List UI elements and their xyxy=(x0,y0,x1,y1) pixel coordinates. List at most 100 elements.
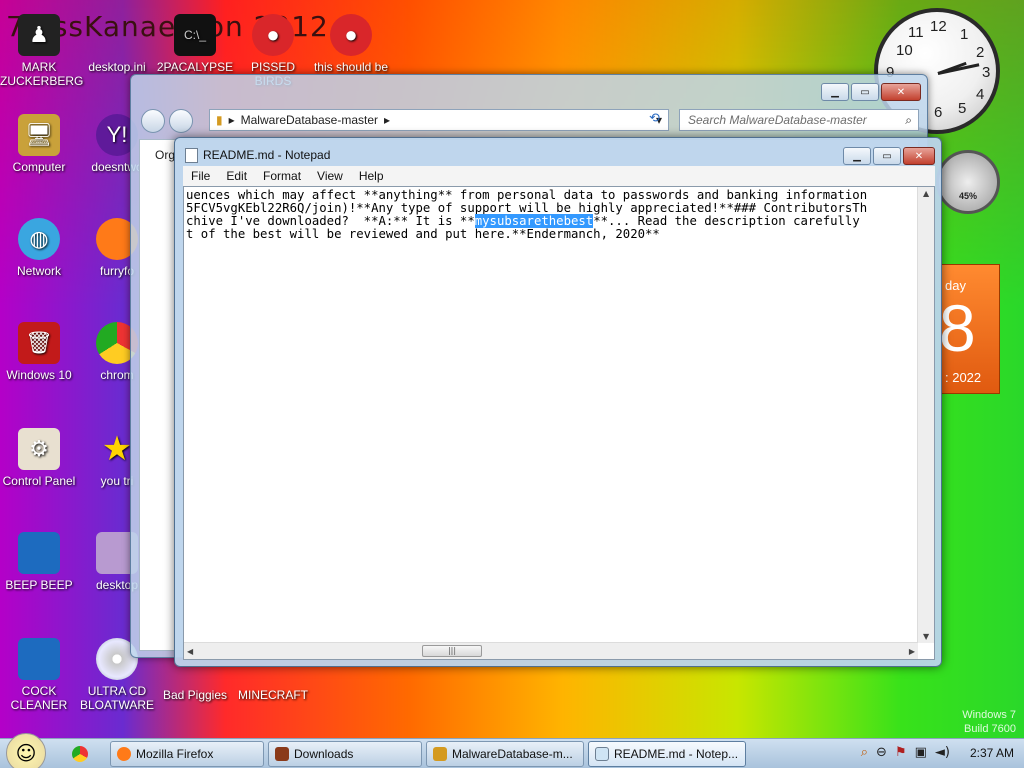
folder-icon xyxy=(433,747,447,761)
computer-icon: 🖥 xyxy=(18,114,60,156)
taskbar: ☺ Mozilla Firefox Downloads MalwareDatab… xyxy=(0,733,1024,768)
taskbar-item-downloads[interactable]: Downloads xyxy=(268,741,422,767)
taskbar-item-label: MalwareDatabase-m... xyxy=(452,747,573,761)
watermark-line: Windows 7 xyxy=(962,709,1016,721)
desktop-icon-mark-zuckerberg[interactable]: ♟ MARK ZUCKERBERG xyxy=(0,14,84,88)
scroll-down-icon[interactable]: ▼ xyxy=(923,632,929,641)
clock-number: 11 xyxy=(908,24,924,41)
clock-number: 2 xyxy=(976,44,985,61)
scroll-right-icon[interactable]: ▶ xyxy=(909,647,915,656)
desktop-icon-computer[interactable]: 🖥 Computer xyxy=(0,114,78,174)
icon-label: Network xyxy=(16,264,61,278)
search-input[interactable]: Search MalwareDatabase-master ⌕ xyxy=(679,109,919,131)
cpu-meter-gadget[interactable]: 45% xyxy=(936,150,1000,214)
text-editor[interactable]: uences which may affect **anything** fro… xyxy=(183,186,935,660)
start-button[interactable]: ☺ xyxy=(6,733,46,768)
horizontal-scrollbar[interactable]: ◀ ||| ▶ xyxy=(184,642,918,659)
calendar-date: 8 xyxy=(939,291,976,365)
close-button[interactable]: ✕ xyxy=(881,83,921,101)
terminal-icon: C:\_ xyxy=(174,14,216,56)
menu-view[interactable]: View xyxy=(309,169,351,183)
watermark-line: Build 7600 xyxy=(964,723,1016,735)
menu-format[interactable]: Format xyxy=(255,169,309,183)
clock-number: 1 xyxy=(960,26,969,43)
close-button[interactable]: ✕ xyxy=(903,147,935,165)
notepad-window[interactable]: README.md - Notepad ▁ ▭ ✕ File Edit Form… xyxy=(174,137,942,667)
chrome-icon[interactable] xyxy=(72,746,88,762)
minimize-button[interactable]: ▁ xyxy=(843,147,871,165)
maximize-button[interactable]: ▭ xyxy=(873,147,901,165)
menu-bar: File Edit Format View Help xyxy=(183,166,935,186)
clock-number: 6 xyxy=(934,104,943,121)
icon-label: 2PACALYPSE xyxy=(156,60,234,74)
menu-edit[interactable]: Edit xyxy=(218,169,255,183)
search-icon[interactable]: ⌕ xyxy=(861,745,868,760)
icon-label: desktop.ini xyxy=(88,60,146,74)
menu-help[interactable]: Help xyxy=(351,169,392,183)
taskbar-item-malwaredatabase[interactable]: MalwareDatabase-m... xyxy=(426,741,584,767)
maximize-button[interactable]: ▭ xyxy=(851,83,879,101)
angry-bird-icon: ● xyxy=(330,14,372,56)
icon-label: MARK ZUCKERBERG xyxy=(0,60,84,88)
text-line: t of the best will be reviewed and put h… xyxy=(186,227,660,241)
taskbar-item-notepad[interactable]: README.md - Notep... xyxy=(588,741,746,767)
desktop-icon-control-panel[interactable]: ⚙ Control Panel xyxy=(0,428,78,488)
desktop-icon-this-should-be[interactable]: ● this should be xyxy=(312,14,390,74)
icon-label: COCK CLEANER xyxy=(10,684,68,712)
forward-button[interactable] xyxy=(169,109,193,133)
notepad-window-controls: ▁ ▭ ✕ xyxy=(843,147,935,165)
firefox-icon xyxy=(117,747,131,761)
icon-label: this should be xyxy=(313,60,389,74)
taskbar-item-label: README.md - Notep... xyxy=(614,747,739,761)
search-icon: ⌕ xyxy=(905,112,912,127)
network-icon[interactable]: ⊖ xyxy=(876,745,887,760)
desktop-icon-minecraft[interactable]: MINECRAFT xyxy=(234,668,312,702)
speaker-icon[interactable]: ◄) xyxy=(935,745,950,760)
clock-number: 12 xyxy=(930,18,947,35)
icon-label: Bad Piggies xyxy=(162,688,228,702)
address-path: MalwareDatabase-master xyxy=(240,113,379,127)
clock-time[interactable]: 2:37 AM xyxy=(970,746,1014,760)
desktop-icon-cock-cleaner[interactable]: COCK CLEANER xyxy=(0,638,78,712)
refresh-icon[interactable]: ⟲ xyxy=(649,111,660,126)
monitor-icon[interactable]: ▣ xyxy=(915,745,927,760)
desktop-icon-network[interactable]: ◍ Network xyxy=(0,218,78,278)
calendar-year: : 2022 xyxy=(945,370,982,385)
scroll-thumb[interactable]: ||| xyxy=(422,645,482,657)
address-bar[interactable]: ▮ ▸ MalwareDatabase-master ▸ ▾ xyxy=(209,109,669,131)
desktop-icon-2pacalypse[interactable]: C:\_ 2PACALYPSE xyxy=(156,14,234,74)
scroll-up-icon[interactable]: ▲ xyxy=(923,189,929,198)
file-icon xyxy=(96,14,138,56)
desktop-icon-desktop-ini[interactable]: desktop.ini xyxy=(78,14,156,74)
menu-file[interactable]: File xyxy=(183,169,218,183)
recycle-bin-icon: 🗑 xyxy=(18,322,60,364)
notepad-icon xyxy=(595,747,609,761)
calendar-gadget[interactable]: day 8 : 2022 xyxy=(939,264,1000,394)
icon-label: Control Panel xyxy=(2,474,76,488)
search-placeholder: Search MalwareDatabase-master xyxy=(688,113,867,127)
clock-number: 4 xyxy=(976,86,985,103)
angry-bird-icon: ● xyxy=(252,14,294,56)
editor-text[interactable]: uences which may affect **anything** fro… xyxy=(186,189,918,241)
vertical-scrollbar[interactable]: ▲ ▼ xyxy=(917,187,934,643)
flag-icon[interactable]: ⚑ xyxy=(895,745,907,760)
back-button[interactable] xyxy=(141,109,165,133)
selected-text: mysubsarethebest xyxy=(474,214,594,228)
folder-icon: ▮ xyxy=(216,113,223,127)
book-icon xyxy=(18,638,60,680)
icon-label: Computer xyxy=(12,160,66,174)
taskbar-item-label: Downloads xyxy=(294,747,354,761)
minimize-button[interactable]: ▁ xyxy=(821,83,849,101)
windows-watermark: Windows 7 Build 7600 xyxy=(962,708,1016,736)
desktop-icon-bad-piggies[interactable]: Bad Piggies xyxy=(156,668,234,702)
control-panel-icon: ⚙ xyxy=(18,428,60,470)
desktop-icon-beep-beep[interactable]: BEEP BEEP xyxy=(0,532,78,592)
organize-button[interactable]: Org xyxy=(155,148,175,162)
clock-number: 10 xyxy=(896,42,913,59)
chevron-right-icon: ▸ xyxy=(228,113,235,127)
scroll-left-icon[interactable]: ◀ xyxy=(187,647,193,656)
icon-label: ULTRA CD BLOATWARE xyxy=(79,684,154,712)
desktop-icon-windows-10[interactable]: 🗑 Windows 10 xyxy=(0,322,78,382)
taskbar-item-firefox[interactable]: Mozilla Firefox xyxy=(110,741,264,767)
icon-label: BEEP BEEP xyxy=(5,578,73,592)
